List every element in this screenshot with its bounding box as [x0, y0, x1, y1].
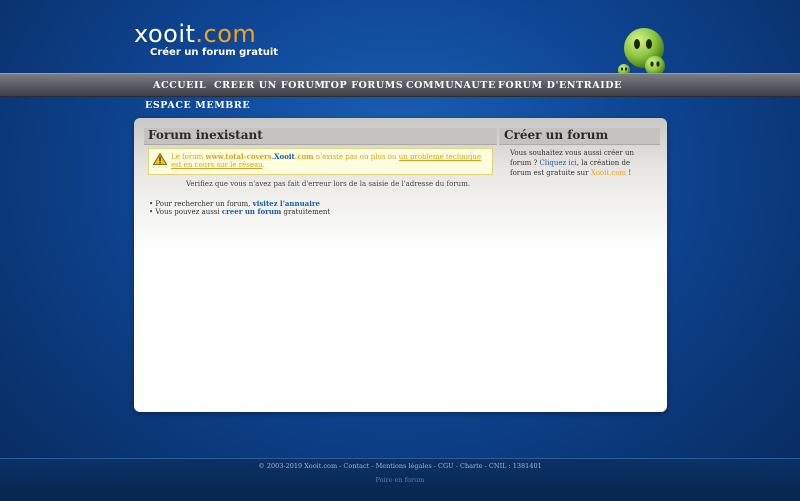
- nav-forum-entraide[interactable]: FORUM D'ENTRAIDE: [498, 80, 622, 91]
- page-title: Forum inexistant: [144, 128, 497, 145]
- verify-text: Verifiez que vous n'avez pas fait d'erre…: [186, 180, 471, 188]
- forum-name: www.total-covers: [205, 152, 272, 161]
- sidebar-text: Vous souhaitez vous aussi créer un forum…: [510, 148, 652, 178]
- nav-top-forums[interactable]: TOP FORUMS: [323, 80, 403, 91]
- warning-icon: [153, 153, 167, 165]
- footer-note: Poire en forum: [375, 476, 425, 484]
- nav-communaute[interactable]: COMMUNAUTE: [406, 80, 496, 91]
- logo-domain: .com: [195, 20, 257, 48]
- footer-links[interactable]: © 2003-2019 Xooit.com - Contact - Mentio…: [0, 462, 800, 470]
- nav-espace-membre[interactable]: ESPACE MEMBRE: [145, 100, 250, 111]
- bullet-list: • Pour rechercher un forum, visitez l'an…: [149, 200, 331, 217]
- bullet2-text: • Vous pouvez aussi: [149, 208, 222, 216]
- xooit-link[interactable]: Xooit.com: [591, 169, 626, 177]
- creer-forum-link[interactable]: creer un forum: [222, 207, 281, 216]
- nav-creer-forum[interactable]: CREER UN FORUM: [214, 80, 326, 91]
- sidebar-text-3: !: [626, 169, 632, 177]
- sidebar-title: Créer un forum: [499, 128, 660, 145]
- content-panel: Forum inexistant Le forum www.total-cove…: [134, 118, 667, 412]
- nav-accueil[interactable]: ACCUEIL: [153, 80, 206, 91]
- forum-tld: .com: [294, 152, 314, 161]
- warning-text-3: .: [262, 161, 265, 169]
- tagline: Créer un forum gratuit: [150, 47, 279, 58]
- main-nav: ACCUEIL CREER UN FORUM TOP FORUMS COMMUN…: [0, 73, 800, 97]
- xooit-logo[interactable]: xooit.com: [134, 20, 256, 48]
- forum-domain: .Xooit: [271, 152, 295, 161]
- warning-message: Le forum www.total-covers.Xooit.com n'ex…: [171, 152, 489, 170]
- cliquez-ici-link[interactable]: Cliquez ici: [540, 159, 577, 167]
- bullet2-end: gratuitement: [281, 208, 331, 216]
- warning-box: Le forum www.total-covers.Xooit.com n'ex…: [148, 148, 493, 175]
- logo-main: xooit: [134, 20, 196, 48]
- warning-text-1: Le forum: [171, 153, 206, 161]
- list-item: • Vous pouvez aussi creer un forum gratu…: [149, 207, 331, 217]
- warning-text-2: n'existe pas ou plus ou: [313, 153, 399, 161]
